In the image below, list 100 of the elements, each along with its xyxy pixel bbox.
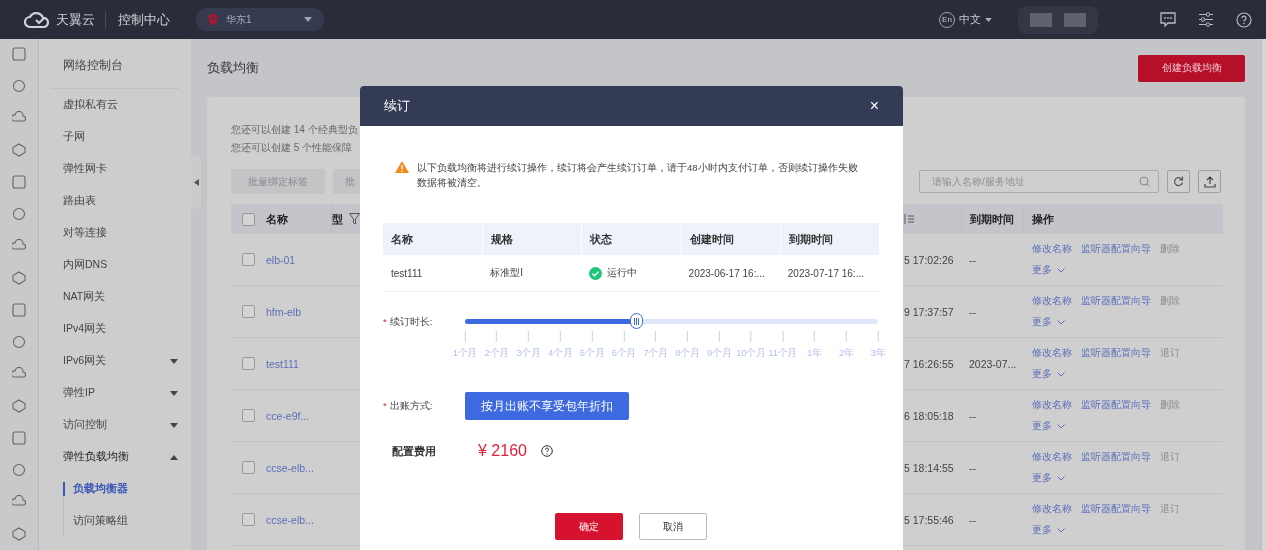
more-menu[interactable]: 更多 xyxy=(1032,263,1065,277)
more-menu[interactable]: 更多 xyxy=(1032,523,1065,537)
tick-label[interactable]: 9个月 xyxy=(706,347,732,360)
sidebar-item[interactable]: NAT网关 xyxy=(51,281,191,313)
refresh-button[interactable] xyxy=(1167,170,1190,193)
sidebar-item[interactable]: 对等连接 xyxy=(51,217,191,249)
action-link[interactable]: 监听器配置向导 xyxy=(1081,502,1151,516)
action-link[interactable]: 修改名称 xyxy=(1032,398,1072,412)
action-link[interactable]: 删除 xyxy=(1160,242,1180,256)
service-icon[interactable] xyxy=(12,367,26,381)
action-link[interactable]: 修改名称 xyxy=(1032,346,1072,360)
tick-label[interactable]: 3年 xyxy=(870,347,886,360)
service-icon[interactable] xyxy=(12,111,26,125)
resource-link[interactable]: elb-01 xyxy=(266,253,296,266)
sidebar-subitem[interactable]: 负载均衡器 xyxy=(63,482,191,496)
region-selector[interactable]: 华东1 xyxy=(196,8,324,31)
checkbox[interactable] xyxy=(242,461,255,474)
more-menu[interactable]: 更多 xyxy=(1032,419,1065,433)
more-menu[interactable]: 更多 xyxy=(1032,367,1065,381)
tick-label[interactable]: 2年 xyxy=(838,347,854,360)
filter-icon[interactable] xyxy=(349,213,360,225)
service-icon[interactable] xyxy=(12,143,26,157)
create-button[interactable]: 创建负载均衡 xyxy=(1138,54,1245,82)
sidebar-item[interactable]: 内网DNS xyxy=(51,249,191,281)
action-link[interactable]: 退订 xyxy=(1160,502,1180,516)
checkbox[interactable] xyxy=(242,513,255,526)
sidebar-item[interactable]: IPv6网关 xyxy=(51,345,191,377)
export-button[interactable] xyxy=(1198,170,1221,193)
action-link[interactable]: 删除 xyxy=(1160,294,1180,308)
sidebar-item[interactable]: 弹性网卡 xyxy=(51,153,191,185)
checkbox[interactable] xyxy=(242,305,255,318)
action-link[interactable]: 修改名称 xyxy=(1032,294,1072,308)
confirm-button[interactable]: 确定 xyxy=(555,513,623,540)
service-icon[interactable] xyxy=(12,335,26,349)
service-icon[interactable] xyxy=(12,399,26,413)
help-icon[interactable] xyxy=(1236,11,1252,28)
action-link[interactable]: 修改名称 xyxy=(1032,450,1072,464)
service-icon[interactable] xyxy=(12,79,26,93)
resource-link[interactable]: cce-e9f... xyxy=(266,409,310,422)
tick-label[interactable]: 6个月 xyxy=(611,347,637,360)
settings-icon[interactable] xyxy=(1198,12,1214,27)
billing-option[interactable]: 按月出账不享受包年折扣 xyxy=(465,392,629,420)
checkbox[interactable] xyxy=(242,253,255,266)
sidebar-item[interactable]: 子网 xyxy=(51,121,191,153)
action-link[interactable]: 监听器配置向导 xyxy=(1081,346,1151,360)
sort-icon[interactable] xyxy=(904,214,914,224)
checkbox[interactable] xyxy=(242,212,255,226)
sidebar-item[interactable]: 弹性IP xyxy=(51,377,191,409)
tick-label[interactable]: 1个月 xyxy=(452,347,478,360)
action-link[interactable]: 修改名称 xyxy=(1032,502,1072,516)
resource-link[interactable]: test111 xyxy=(266,357,299,370)
collapse-handle[interactable] xyxy=(191,156,201,209)
action-link[interactable]: 删除 xyxy=(1160,398,1180,412)
console-link[interactable]: 控制中心 xyxy=(118,10,170,29)
checkbox[interactable] xyxy=(242,409,255,422)
slider-track[interactable] xyxy=(465,313,878,329)
action-link[interactable]: 修改名称 xyxy=(1032,242,1072,256)
resource-link[interactable]: ccse-elb... xyxy=(266,461,314,474)
tick-label[interactable]: 8个月 xyxy=(675,347,700,360)
service-icon[interactable] xyxy=(12,47,26,61)
service-icon[interactable] xyxy=(12,527,26,541)
close-button[interactable]: × xyxy=(869,97,879,115)
sidebar-subitem[interactable]: 访问策略组 xyxy=(63,505,191,537)
action-link[interactable]: 监听器配置向导 xyxy=(1081,450,1151,464)
service-icon[interactable] xyxy=(12,207,26,221)
service-icon[interactable] xyxy=(12,303,26,317)
action-link[interactable]: 监听器配置向导 xyxy=(1081,294,1151,308)
resource-link[interactable]: hfm-elb xyxy=(266,305,301,318)
resource-link[interactable]: ccse-elb... xyxy=(266,513,314,526)
tick-label[interactable]: 7个月 xyxy=(643,347,668,360)
action-link[interactable]: 退订 xyxy=(1160,450,1180,464)
tick-label[interactable]: 4个月 xyxy=(548,347,573,360)
cancel-button[interactable]: 取消 xyxy=(639,513,707,540)
sidebar-item[interactable]: 访问控制 xyxy=(51,409,191,441)
message-icon[interactable] xyxy=(1160,12,1176,27)
service-icon[interactable] xyxy=(12,495,26,509)
tick-label[interactable]: 10个月 xyxy=(736,347,766,360)
tick-label[interactable]: 3个月 xyxy=(516,347,541,360)
tick-label[interactable]: 5个月 xyxy=(579,347,605,360)
language-selector[interactable]: En 中文 xyxy=(939,11,992,28)
more-menu[interactable]: 更多 xyxy=(1032,315,1065,329)
more-menu[interactable]: 更多 xyxy=(1032,471,1065,485)
action-link[interactable]: 退订 xyxy=(1160,346,1180,360)
service-icon[interactable] xyxy=(12,239,26,253)
checkbox[interactable] xyxy=(242,357,255,370)
tick-label[interactable]: 2个月 xyxy=(484,347,509,360)
help-icon[interactable] xyxy=(540,445,553,457)
tick-label[interactable]: 11个月 xyxy=(768,347,797,360)
service-icon[interactable] xyxy=(12,175,26,189)
service-icon[interactable] xyxy=(12,463,26,477)
sidebar-item[interactable]: 弹性负载均衡 xyxy=(51,441,191,473)
service-icon[interactable] xyxy=(12,431,26,445)
sidebar-item[interactable]: 路由表 xyxy=(51,185,191,217)
sidebar-item[interactable]: IPv4网关 xyxy=(51,313,191,345)
action-link[interactable]: 监听器配置向导 xyxy=(1081,242,1151,256)
action-link[interactable]: 监听器配置向导 xyxy=(1081,398,1151,412)
service-icon[interactable] xyxy=(12,271,26,285)
sidebar-item[interactable]: 虚拟私有云 xyxy=(51,89,191,121)
slider-handle[interactable] xyxy=(630,313,644,329)
tick-label[interactable]: 1年 xyxy=(807,347,822,360)
